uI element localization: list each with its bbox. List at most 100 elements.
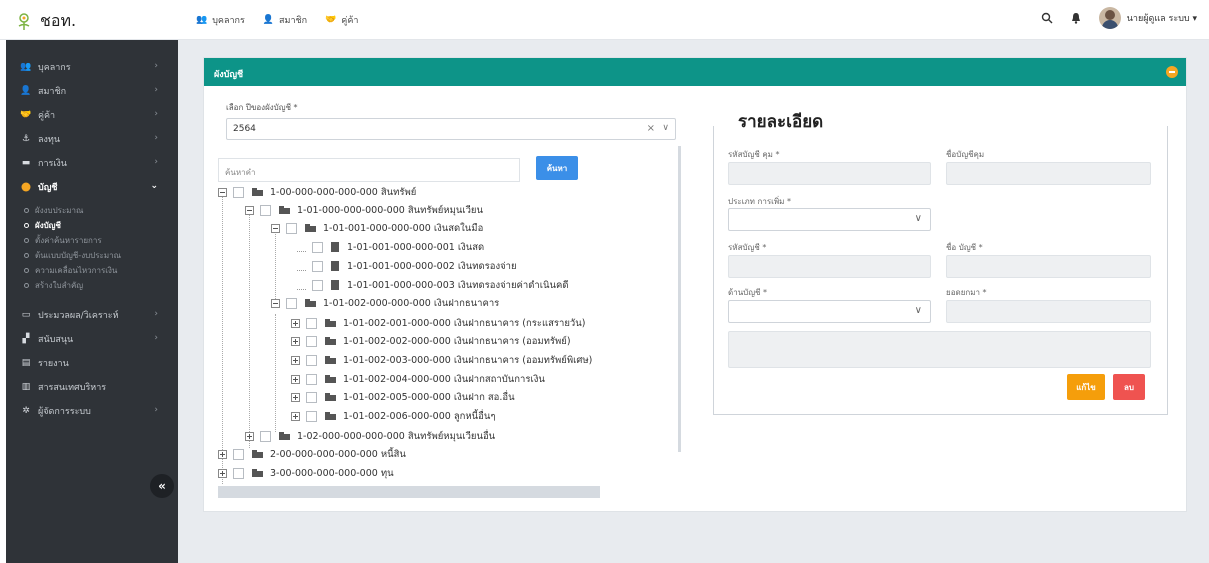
sidebar-sub-label: สร้างใบสำคัญ bbox=[35, 281, 84, 290]
expand-icon[interactable] bbox=[218, 468, 227, 478]
sidebar-sub-item[interactable]: ความเคลื่อนไหวการเงิน bbox=[6, 263, 178, 278]
expand-icon[interactable] bbox=[291, 336, 300, 346]
tree-node-label: 1-01-002-004-000-000 เงินฝากสถาบันการเงิ… bbox=[343, 373, 545, 385]
collapse-icon[interactable] bbox=[245, 205, 254, 215]
tree-checkbox[interactable] bbox=[312, 241, 323, 253]
collapse-icon[interactable] bbox=[271, 223, 280, 233]
card-header: ผังบัญชี bbox=[204, 58, 1186, 86]
sidebar-item-finance[interactable]: ▬ การเงิน › bbox=[6, 151, 178, 175]
sidebar-item-admin[interactable]: ✲ ผู้จัดการระบบ › bbox=[6, 399, 178, 423]
sidebar-collapse-button[interactable]: « bbox=[150, 474, 174, 498]
add-type-select[interactable]: ∨ bbox=[728, 208, 931, 231]
expand-icon[interactable] bbox=[291, 411, 300, 421]
sidebar-item-accounting[interactable]: บัญชี ⌄ bbox=[6, 175, 178, 199]
tree-checkbox[interactable] bbox=[306, 373, 317, 385]
parent-code-input[interactable] bbox=[728, 162, 931, 185]
chevron-down-icon: ∨ bbox=[914, 305, 922, 316]
year-select[interactable]: 2564 × ∨ bbox=[226, 118, 676, 140]
expand-icon[interactable] bbox=[245, 431, 254, 441]
tree-checkbox[interactable] bbox=[233, 186, 244, 198]
sidebar-sub-item[interactable]: ผังงบประมาณ bbox=[6, 203, 178, 218]
tree-checkbox[interactable] bbox=[260, 204, 271, 216]
expand-icon[interactable] bbox=[291, 392, 300, 402]
dot-icon bbox=[24, 253, 29, 258]
collapse-toggle-icon[interactable] bbox=[1166, 66, 1178, 78]
tree-node[interactable]: 1-01-002-001-000-000 เงินฝากธนาคาร (กระแ… bbox=[291, 315, 585, 331]
sidebar-sub-item[interactable]: ผังบัญชี bbox=[6, 218, 178, 233]
folder-icon bbox=[305, 299, 317, 307]
clear-icon[interactable]: × bbox=[647, 123, 655, 134]
account-side-select[interactable]: ∨ bbox=[728, 300, 931, 323]
tree-checkbox[interactable] bbox=[312, 279, 323, 291]
tree-node[interactable]: 1-02-000-000-000-000 สินทรัพย์หมุนเวียนอ… bbox=[245, 428, 495, 444]
tree-checkbox[interactable] bbox=[286, 297, 297, 309]
tree-horizontal-scrollbar[interactable] bbox=[218, 486, 600, 498]
brand[interactable]: ชอท. bbox=[14, 9, 76, 34]
expand-icon[interactable] bbox=[291, 374, 300, 384]
folder-icon bbox=[279, 432, 291, 440]
tree-checkbox[interactable] bbox=[306, 354, 317, 366]
expand-icon[interactable] bbox=[291, 318, 300, 328]
top-nav-personnel[interactable]: 👥 บุคลากร bbox=[196, 13, 245, 27]
tree-node[interactable]: 3-00-000-000-000-000 ทุน bbox=[218, 465, 394, 481]
description-textarea[interactable] bbox=[728, 331, 1151, 368]
tree-node[interactable]: 1-01-002-004-000-000 เงินฝากสถาบันการเงิ… bbox=[291, 371, 545, 387]
edit-button[interactable]: แก้ไข bbox=[1067, 374, 1105, 400]
parent-name-input[interactable] bbox=[946, 162, 1151, 185]
expand-icon[interactable] bbox=[291, 355, 300, 365]
tree-checkbox[interactable] bbox=[306, 391, 317, 403]
tree-node[interactable]: 1-00-000-000-000-000 สินทรัพย์ bbox=[218, 184, 416, 200]
delete-button[interactable]: ลบ bbox=[1113, 374, 1145, 400]
app-title: ชอท. bbox=[40, 11, 77, 30]
tree-node[interactable]: 1-01-001-000-000-003 เงินทดรองจ่ายค่าดำเ… bbox=[297, 277, 569, 293]
tree-node[interactable]: 1-01-002-000-000-000 เงินฝากธนาคาร bbox=[271, 295, 499, 311]
collapse-icon[interactable] bbox=[218, 187, 227, 197]
account-name-input[interactable] bbox=[946, 255, 1151, 278]
search-button[interactable]: ค้นหา bbox=[536, 156, 578, 180]
sidebar-item-members[interactable]: 👤 สมาชิก › bbox=[6, 79, 178, 103]
tree-node[interactable]: 1-01-002-006-000-000 ลูกหนี้อื่นๆ bbox=[291, 408, 495, 424]
tree-node[interactable]: 1-01-002-005-000-000 เงินฝาก สอ.อื่น bbox=[291, 389, 515, 405]
sidebar-item-process[interactable]: ▭ ประมวลผล/วิเคราะห์ › bbox=[6, 303, 178, 327]
tree-checkbox[interactable] bbox=[233, 467, 244, 479]
tree-checkbox[interactable] bbox=[306, 317, 317, 329]
tree-node[interactable]: 1-01-000-000-000-000 สินทรัพย์หมุนเวียน bbox=[245, 202, 483, 218]
tree-checkbox[interactable] bbox=[233, 448, 244, 460]
tree-node[interactable]: 1-01-002-002-000-000 เงินฝากธนาคาร (ออมท… bbox=[291, 333, 571, 349]
opening-balance-input[interactable] bbox=[946, 300, 1151, 323]
account-side-label: ด้านบัญชี * bbox=[728, 288, 768, 297]
tree-node-label: 1-01-002-005-000-000 เงินฝาก สอ.อื่น bbox=[343, 391, 515, 403]
sidebar-item-personnel[interactable]: 👥 บุคลากร › bbox=[6, 55, 178, 79]
top-nav-members[interactable]: 👤 สมาชิก bbox=[263, 13, 307, 27]
tree-checkbox[interactable] bbox=[260, 430, 271, 442]
sidebar-item-mis[interactable]: ▥ สารสนเทศบริหาร bbox=[6, 375, 178, 399]
search-icon[interactable] bbox=[1041, 12, 1053, 24]
folder-icon bbox=[279, 206, 291, 214]
sidebar-item-support[interactable]: ▞ สนับสนุน › bbox=[6, 327, 178, 351]
tree-checkbox[interactable] bbox=[312, 260, 323, 272]
sidebar-sub-item[interactable]: ตั้งค่าค้นหารายการ bbox=[6, 233, 178, 248]
sidebar-item-invest[interactable]: ⚓ ลงทุน › bbox=[6, 127, 178, 151]
tree-checkbox[interactable] bbox=[306, 335, 317, 347]
tree-node[interactable]: 1-01-002-003-000-000 เงินฝากธนาคาร (ออมท… bbox=[291, 352, 592, 368]
tree-node[interactable]: 2-00-000-000-000-000 หนี้สิน bbox=[218, 446, 406, 462]
sidebar-sub-item[interactable]: ต้นแบบบัญชี-งบประมาณ bbox=[6, 248, 178, 263]
top-nav-partners[interactable]: 🤝 คู่ค้า bbox=[325, 13, 358, 27]
collapse-icon[interactable] bbox=[271, 298, 280, 308]
tree-checkbox[interactable] bbox=[306, 410, 317, 422]
sidebar-sub-item[interactable]: สร้างใบสำคัญ bbox=[6, 278, 178, 293]
account-code-input[interactable] bbox=[728, 255, 931, 278]
tree-node-label: 2-00-000-000-000-000 หนี้สิน bbox=[270, 448, 406, 460]
tree-checkbox[interactable] bbox=[286, 222, 297, 234]
tree-node[interactable]: 1-01-001-000-000-001 เงินสด bbox=[297, 239, 484, 255]
expand-icon[interactable] bbox=[218, 449, 227, 459]
search-input[interactable]: ค้นหาคำ bbox=[218, 158, 520, 182]
bell-icon[interactable] bbox=[1071, 12, 1081, 24]
sidebar-item-report[interactable]: ▤ รายงาน bbox=[6, 351, 178, 375]
folder-icon bbox=[252, 188, 264, 196]
tree-node[interactable]: 1-01-001-000-000-000 เงินสดในมือ bbox=[271, 220, 483, 236]
tree-vertical-scrollbar[interactable] bbox=[678, 146, 681, 452]
sidebar-item-partners[interactable]: 🤝 คู่ค้า › bbox=[6, 103, 178, 127]
tree-node[interactable]: 1-01-001-000-000-002 เงินทดรองจ่าย bbox=[297, 258, 517, 274]
user-menu[interactable]: นายผู้ดูแล ระบบ ▾ bbox=[1098, 7, 1197, 29]
